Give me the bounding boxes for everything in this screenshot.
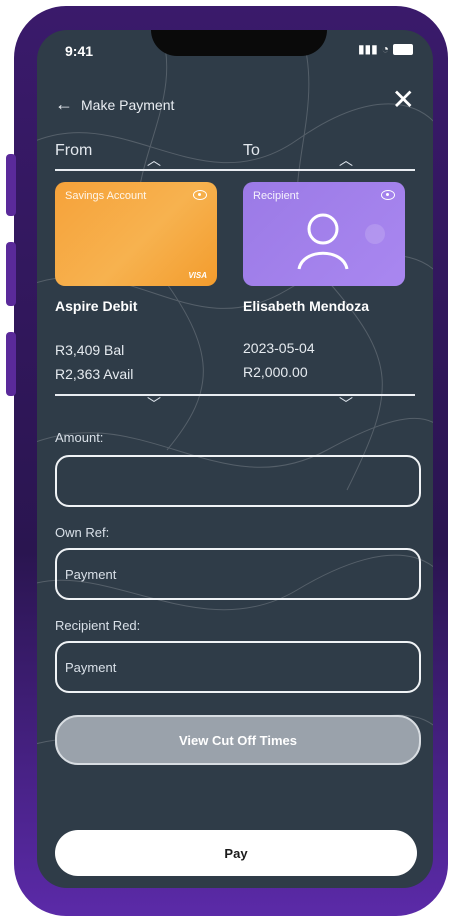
divider <box>55 169 415 171</box>
balance-text: R3,409 Bal <box>55 342 125 358</box>
arrow-left-icon: ← <box>55 94 73 114</box>
payment-amount: R2,000.00 <box>243 364 308 380</box>
to-label: To <box>243 142 260 159</box>
status-icons: ▮▮▮ ◔ <box>358 42 413 56</box>
wifi-icon: ◔ <box>381 42 389 56</box>
recipient-ref-input[interactable]: Payment <box>55 641 421 693</box>
recipient-name: Elisabeth Mendoza <box>243 298 370 314</box>
from-label: From <box>55 142 93 159</box>
eye-icon[interactable] <box>193 190 207 200</box>
close-icon[interactable]: ✕ <box>392 86 415 114</box>
recipient-card[interactable]: Recipient <box>243 182 405 286</box>
side-button <box>6 154 16 216</box>
battery-icon <box>393 43 413 55</box>
chevron-down-icon[interactable]: ﹀ <box>339 394 353 414</box>
back-button[interactable]: ← Make Payment <box>55 94 174 115</box>
pay-button[interactable]: Pay <box>55 830 417 876</box>
from-card[interactable]: Savings Account VISA <box>55 182 217 286</box>
amount-input[interactable] <box>55 455 421 507</box>
app-screen: 9:41 ▮▮▮ ◔ ← Make Payment ✕ From To ︿ ︿ … <box>37 30 433 888</box>
card-brand: VISA <box>188 271 207 280</box>
chevron-up-icon[interactable]: ︿ <box>147 150 161 170</box>
card-label: Savings Account <box>65 190 147 202</box>
user-icon <box>297 213 385 270</box>
payment-date: 2023-05-04 <box>243 340 315 356</box>
side-button <box>6 242 16 306</box>
chevron-down-icon[interactable]: ﹀ <box>147 394 161 414</box>
available-text: R2,363 Avail <box>55 366 134 382</box>
recipient-ref-label: Recipient Red: <box>55 618 141 633</box>
status-time: 9:41 <box>65 43 94 59</box>
signal-icon: ▮▮▮ <box>357 42 378 56</box>
notch <box>151 30 327 56</box>
from-account-name: Aspire Debit <box>55 298 138 314</box>
chevron-up-icon[interactable]: ︿ <box>339 150 353 170</box>
divider <box>55 394 415 396</box>
own-ref-label: Own Ref: <box>55 525 110 540</box>
page-title: Make Payment <box>81 96 175 113</box>
view-cutoff-times-button[interactable]: View Cut Off Times <box>55 715 421 765</box>
amount-label: Amount: <box>55 430 104 445</box>
own-ref-input[interactable]: Payment <box>55 548 421 600</box>
side-button <box>6 332 16 396</box>
